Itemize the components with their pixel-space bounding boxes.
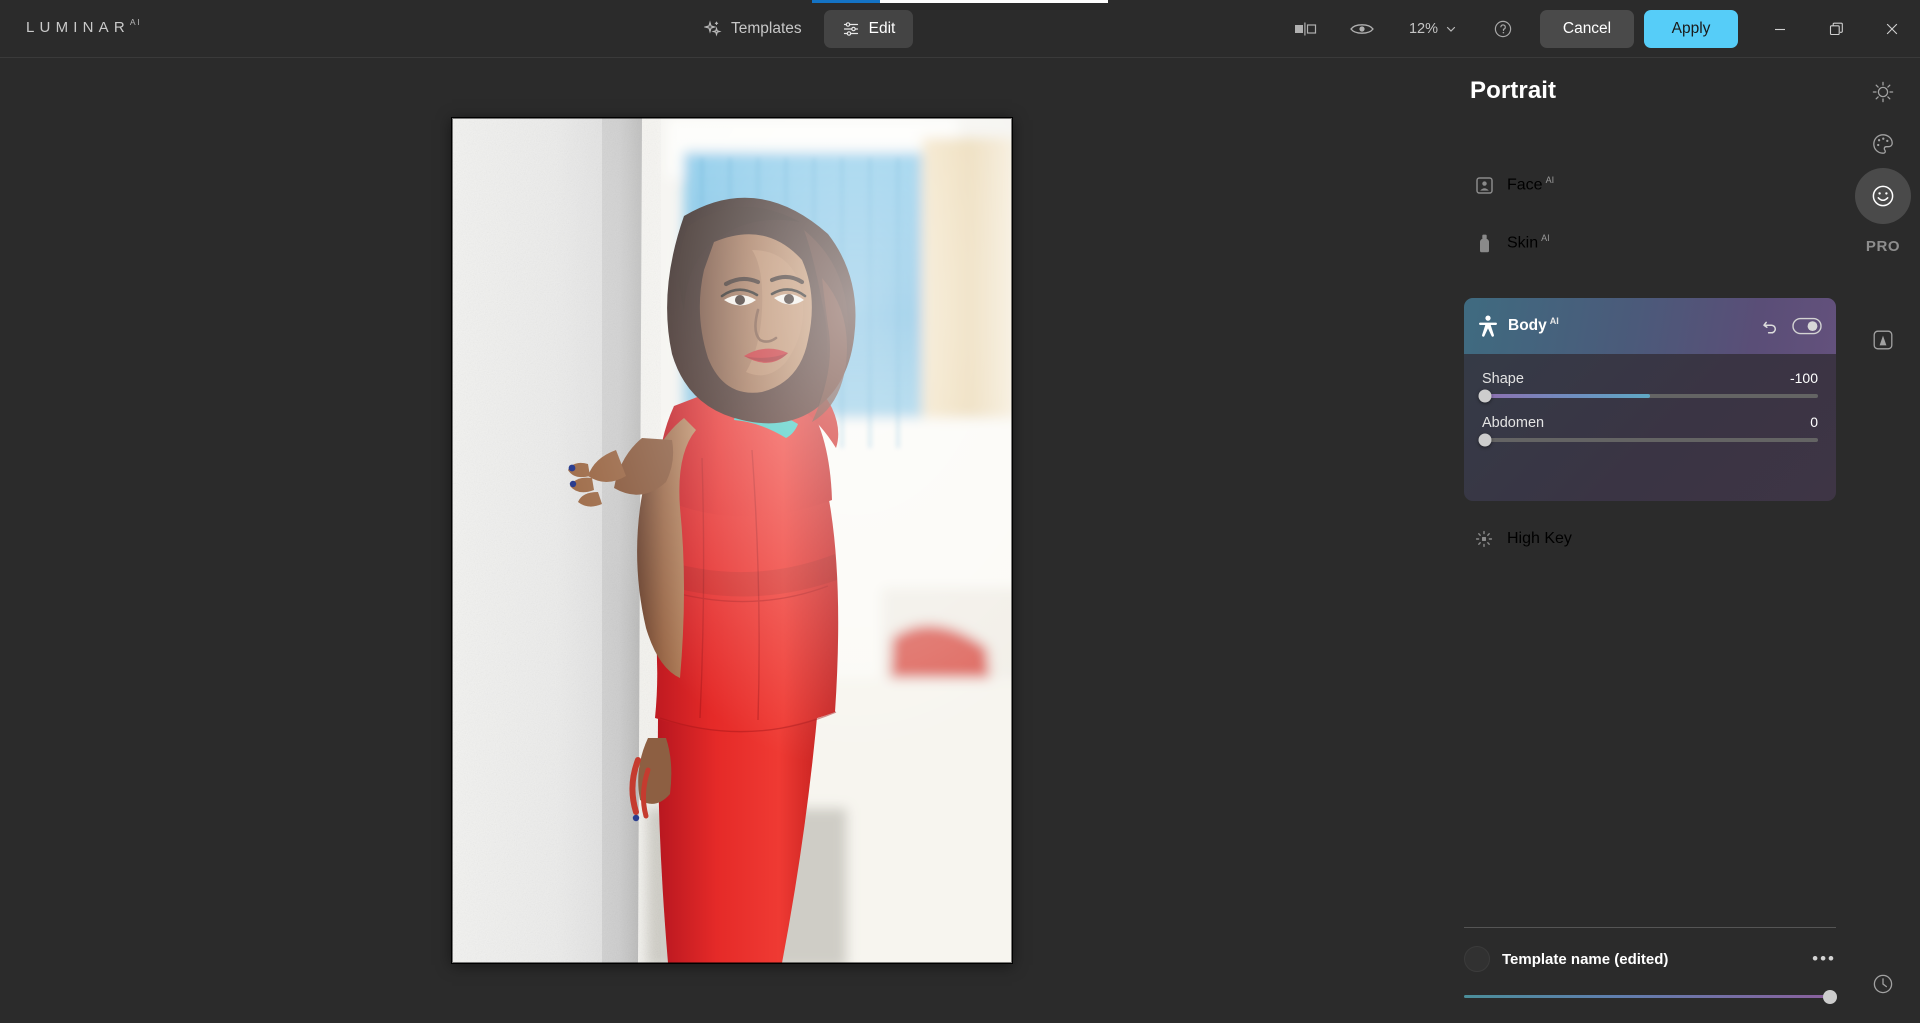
ai-badge: AI	[1549, 316, 1559, 327]
slider-shape-track[interactable]	[1478, 389, 1818, 403]
sparkle-icon	[704, 20, 722, 38]
tool-row-face[interactable]: Face AI	[1464, 164, 1836, 206]
rail-item-history[interactable]	[1855, 956, 1911, 1012]
minimize-icon[interactable]	[1752, 0, 1808, 58]
high-key-icon	[1474, 530, 1494, 548]
tab-templates-label: Templates	[731, 20, 802, 37]
local-mask-a-icon	[1871, 328, 1895, 352]
compare-split-icon[interactable]	[1278, 0, 1332, 58]
tool-row-skin-label: Skin AI	[1507, 233, 1550, 252]
skin-bottle-icon	[1474, 234, 1494, 253]
photo-artwork	[452, 118, 1012, 963]
tool-row-skin[interactable]: Skin AI	[1464, 222, 1836, 264]
image-canvas[interactable]	[0, 58, 1464, 1023]
tab-templates[interactable]: Templates	[686, 10, 820, 48]
rail-item-portrait[interactable]	[1855, 168, 1911, 224]
chevron-down-icon	[1445, 23, 1457, 35]
palette-icon	[1871, 132, 1895, 156]
tool-card-body: Body AI Shape -100 Abdomen 0	[1464, 298, 1836, 501]
toolbar-right-group: 12% Cancel Apply	[1278, 0, 1920, 58]
cancel-button[interactable]: Cancel	[1540, 10, 1634, 48]
tool-row-high-key[interactable]: High Key	[1464, 518, 1836, 560]
sun-brightness-icon	[1871, 80, 1895, 104]
panel-divider	[1464, 927, 1836, 928]
apply-button[interactable]: Apply	[1644, 10, 1738, 48]
window-controls	[1752, 0, 1920, 58]
slider-shape-value: -100	[1789, 370, 1818, 386]
rail-item-professional[interactable]: PRO	[1855, 226, 1911, 266]
slider-shape-handle[interactable]	[1478, 389, 1492, 403]
top-toolbar: LUMINARAI Templates Edit 12% Cancel Appl…	[0, 0, 1920, 58]
export-progress-bar	[812, 0, 1108, 3]
tab-edit-label: Edit	[868, 20, 896, 37]
mode-tabs: Templates Edit	[686, 9, 914, 49]
body-sliders: Shape -100 Abdomen 0	[1464, 354, 1836, 447]
tool-row-high-key-label: High Key	[1507, 530, 1572, 547]
close-icon[interactable]	[1864, 0, 1920, 58]
smiley-face-icon	[1870, 183, 1896, 209]
rail-item-creative[interactable]	[1855, 116, 1911, 172]
zoom-level-value: 12%	[1408, 21, 1439, 37]
edited-photo[interactable]	[452, 118, 1012, 963]
face-portrait-icon	[1474, 176, 1494, 194]
slider-abdomen-value: 0	[1810, 414, 1818, 430]
tool-row-face-label: Face AI	[1507, 175, 1555, 194]
question-circle-icon[interactable]	[1474, 0, 1532, 58]
tool-card-body-label: Body AI	[1508, 316, 1559, 335]
template-name: Template name (edited)	[1502, 950, 1669, 968]
action-buttons: Cancel Apply	[1540, 10, 1738, 48]
template-thumb[interactable]	[1464, 946, 1490, 972]
tool-card-body-actions	[1761, 317, 1822, 336]
app-logo-superscript: AI	[129, 17, 142, 27]
slider-shape-label: Shape	[1482, 371, 1524, 387]
page-title: Portrait	[1470, 77, 1557, 104]
app-logo-text: LUMINAR	[26, 19, 130, 36]
tab-edit[interactable]: Edit	[823, 10, 914, 48]
slider-abdomen-track[interactable]	[1478, 433, 1818, 447]
slider-shape: Shape -100	[1478, 370, 1818, 403]
template-amount-handle[interactable]	[1823, 990, 1837, 1004]
sliders-icon	[842, 20, 860, 38]
clock-history-icon	[1871, 972, 1895, 996]
luminar-ai-window: LUMINARAI Templates Edit 12% Cancel Appl…	[0, 0, 1920, 1023]
rail-item-essentials[interactable]	[1855, 64, 1911, 120]
slider-abdomen-handle[interactable]	[1478, 433, 1492, 447]
ai-badge: AI	[1545, 175, 1555, 186]
category-rail: PRO	[1846, 58, 1920, 1023]
zoom-level-control[interactable]: 12%	[1392, 0, 1474, 58]
toggle-on-icon[interactable]	[1792, 317, 1822, 335]
rail-item-local-masking[interactable]	[1855, 312, 1911, 368]
ellipsis-icon[interactable]: •••	[1812, 949, 1836, 969]
ai-badge: AI	[1541, 233, 1550, 244]
undo-reset-icon[interactable]	[1761, 317, 1780, 336]
slider-shape-fill	[1482, 394, 1650, 398]
template-row: Template name (edited) •••	[1464, 942, 1836, 976]
restore-window-icon[interactable]	[1808, 0, 1864, 58]
app-logo: LUMINARAI	[26, 17, 141, 36]
body-person-icon	[1478, 315, 1502, 337]
right-tools-panel: Portrait Face AI Skin AI Body AI Shape -…	[1454, 58, 1846, 1023]
tool-card-body-header[interactable]: Body AI	[1464, 298, 1836, 354]
slider-abdomen-label: Abdomen	[1482, 415, 1545, 431]
export-progress-fill	[812, 0, 880, 3]
eye-icon[interactable]	[1332, 0, 1392, 58]
slider-abdomen: Abdomen 0	[1478, 414, 1818, 447]
template-amount-track[interactable]	[1464, 995, 1836, 998]
pro-label: PRO	[1865, 237, 1901, 255]
